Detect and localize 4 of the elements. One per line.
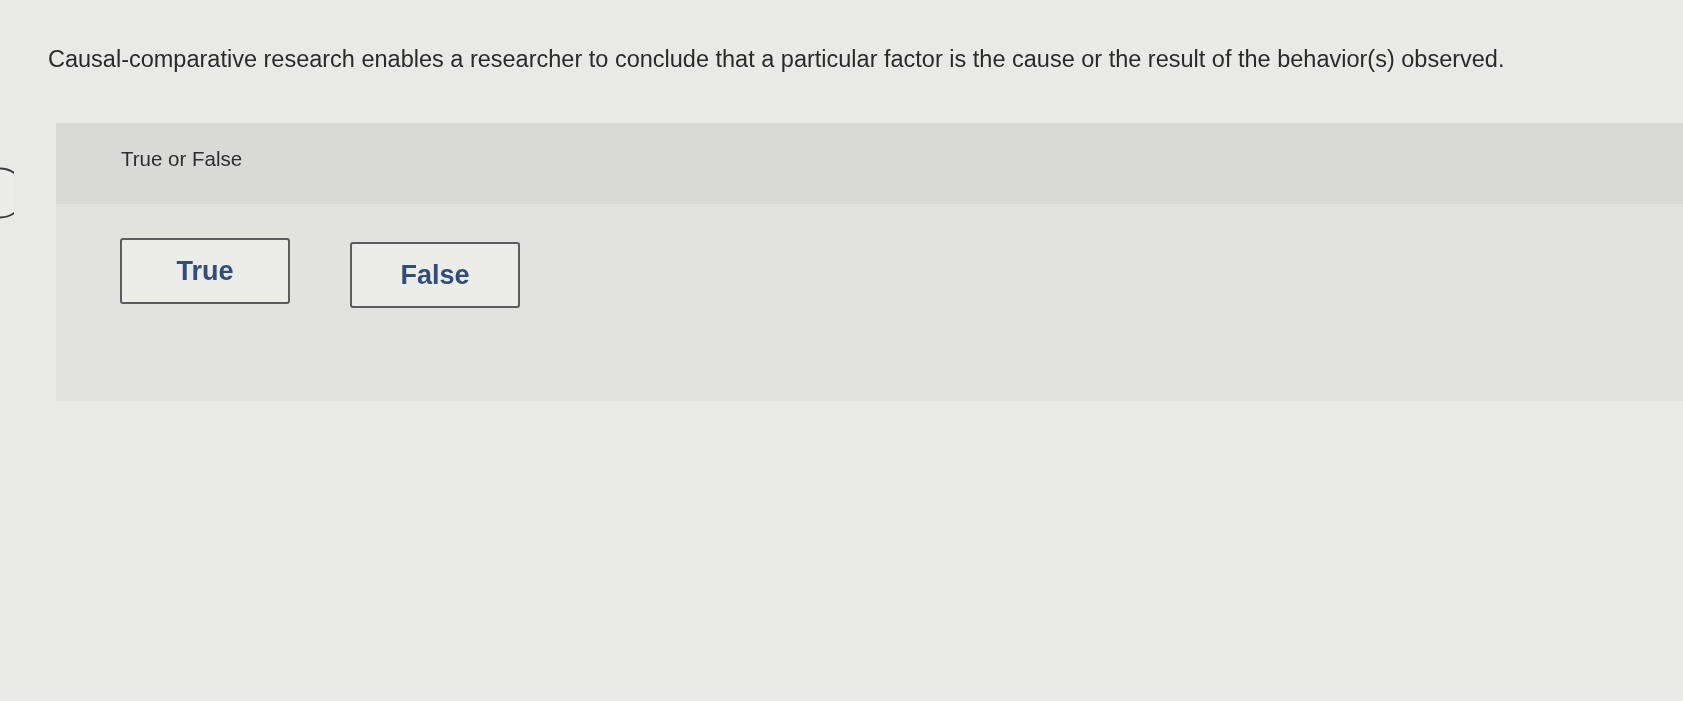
answer-choice-button[interactable]: False — [350, 242, 520, 308]
question-text: Causal-comparative research enables a researcher to conclude that a particular factor is the cause or the result of the behavior(s) observed. — [48, 45, 1506, 74]
answer-choice-button[interactable]: True — [120, 238, 290, 304]
question-type-label: True or False — [121, 147, 243, 170]
